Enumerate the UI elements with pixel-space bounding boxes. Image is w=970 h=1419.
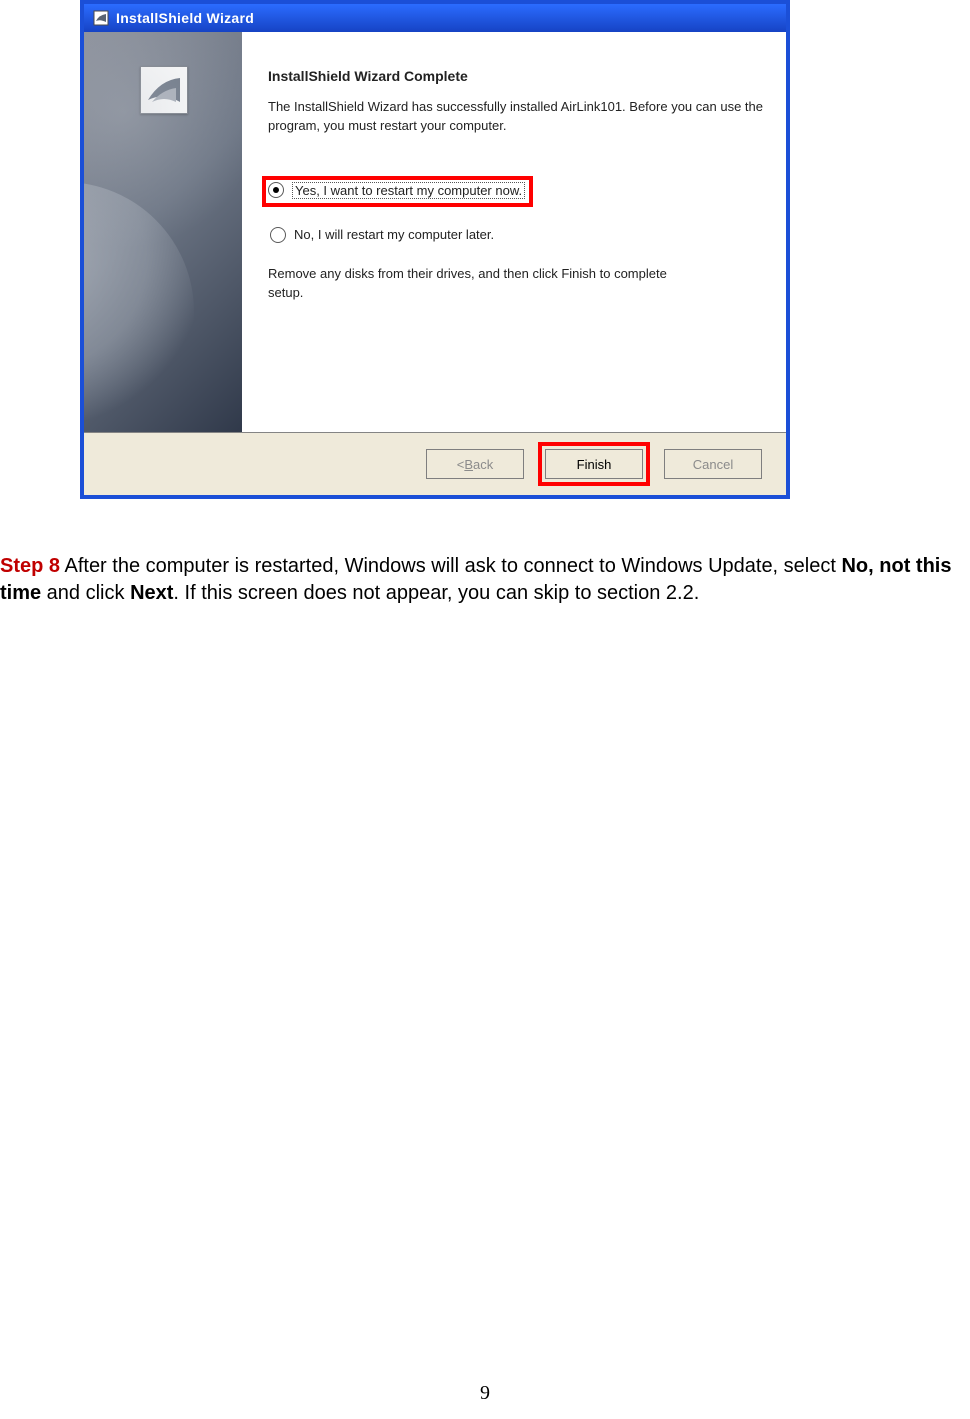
dialog-description: The InstallShield Wizard has successfull… (268, 98, 764, 136)
back-underline: B (464, 457, 473, 472)
radio-restart-later[interactable] (270, 227, 286, 243)
app-icon (92, 10, 110, 26)
back-rest: ack (473, 457, 493, 472)
step-label: Step 8 (0, 555, 60, 577)
dialog-heading: InstallShield Wizard Complete (268, 68, 764, 84)
radio-restart-now-label[interactable]: Yes, I want to restart my computer now. (292, 182, 525, 199)
titlebar: InstallShield Wizard (84, 4, 786, 32)
wizard-content: InstallShield Wizard Complete The Instal… (242, 32, 786, 432)
instr-t2: and click (41, 582, 130, 604)
finish-button[interactable]: Finish (545, 449, 643, 479)
radio-restart-now[interactable] (268, 182, 284, 198)
dialog-note: Remove any disks from their drives, and … (268, 265, 688, 303)
highlight-finish: Finish (538, 442, 650, 486)
window-body: InstallShield Wizard Complete The Instal… (84, 32, 786, 432)
window-title: InstallShield Wizard (116, 10, 254, 26)
back-button: < Back (426, 449, 524, 479)
step-instruction: Step 8 After the computer is restarted, … (0, 553, 970, 607)
instr-t1: After the computer is restarted, Windows… (60, 555, 841, 577)
installshield-logo-icon (140, 66, 188, 114)
installshield-window: InstallShield Wizard InstallShield Wizar… (80, 0, 790, 499)
radio-restart-later-label[interactable]: No, I will restart my computer later. (294, 227, 494, 242)
instr-t3: . If this screen does not appear, you ca… (173, 582, 699, 604)
page-number: 9 (0, 1382, 970, 1405)
cancel-button: Cancel (664, 449, 762, 479)
wizard-sidebar (84, 32, 242, 432)
highlight-restart-now: Yes, I want to restart my computer now. (262, 176, 533, 207)
instr-b2: Next (130, 582, 173, 604)
wizard-footer: < Back Finish Cancel (84, 432, 786, 495)
back-prefix: < (457, 457, 465, 472)
